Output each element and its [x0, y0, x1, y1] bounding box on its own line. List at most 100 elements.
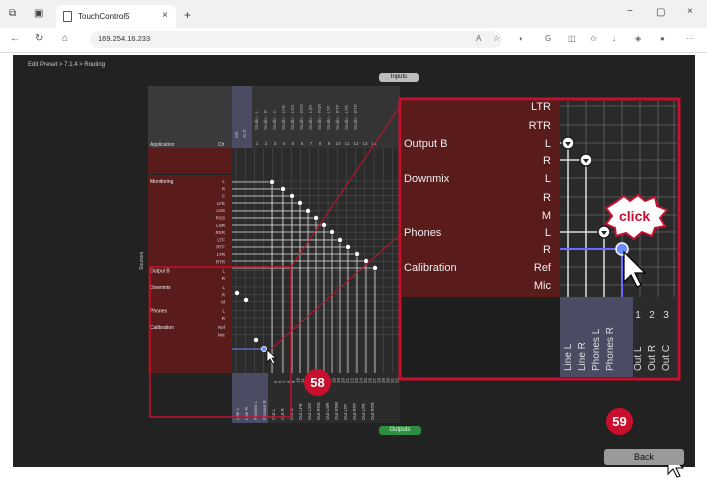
channel-label: LFE — [217, 201, 225, 206]
zoom-output-label: Out C — [661, 345, 672, 371]
channel-label: M — [221, 300, 225, 305]
zoom-channel-label: Ref — [534, 262, 552, 274]
routing-matrix-view: Application Ch Studio - L Studio - R Studi… — [139, 86, 685, 478]
routing-node — [336, 236, 343, 243]
mic-input-label: XLR — [242, 128, 247, 138]
zoom-channel-label: L — [545, 227, 551, 239]
output-label: Out LSS — [307, 403, 312, 420]
zoom-output-label: Line L — [563, 343, 574, 371]
group-label: Calibration — [150, 325, 174, 331]
output-label: Out RTF — [352, 403, 357, 420]
zoom-group-label: Phones — [404, 227, 442, 239]
channel-label: LSR — [216, 223, 226, 228]
zoom-output-label: Out L — [633, 346, 644, 371]
group-label: Phones — [150, 309, 167, 315]
zoom-number-label: 3 — [663, 310, 669, 321]
input-label: Studio - LTR — [344, 104, 349, 130]
input-label: Studio - C — [272, 109, 277, 130]
channel-label: RSR — [215, 230, 225, 235]
channel-label: LTR — [217, 252, 226, 257]
routing-node — [268, 178, 275, 185]
group-label: Monitoring — [150, 179, 174, 185]
channel-label: LSS — [216, 208, 225, 213]
application-header: Application — [150, 142, 175, 148]
routing-node — [296, 199, 303, 206]
zoom-group-label: Calibration — [404, 262, 457, 274]
channel-label: Ref — [218, 325, 226, 330]
zoom-number-labels: 123 — [635, 310, 669, 321]
output-label: Out RSS — [316, 402, 321, 420]
routing-node — [312, 214, 319, 221]
zoom-number-label: 1 — [635, 310, 641, 321]
input-label: Studio - RSS — [299, 104, 304, 130]
back-button[interactable]: Back — [604, 449, 684, 465]
zoom-channel-label: LTR — [531, 101, 551, 113]
input-label: Studio - RSR — [317, 103, 322, 130]
output-label: Line L — [235, 407, 240, 420]
input-label: Studio - LTF — [326, 105, 331, 130]
zoom-channel-label: L — [545, 138, 551, 150]
output-label: Out LSR — [325, 402, 330, 420]
selected-routing-node — [260, 345, 267, 352]
routing-node — [371, 264, 378, 271]
channel-label: Mic — [218, 332, 226, 337]
input-label: Studio - R — [263, 109, 268, 130]
zoom-channel-label: R — [543, 244, 551, 256]
step-badge-59: 59 — [606, 408, 633, 435]
sources-label: Sources — [139, 251, 145, 270]
zoom-group-label: Output B — [404, 138, 447, 150]
zoom-output-label: Phones L — [591, 328, 602, 371]
zoom-output-label: Out R — [647, 345, 658, 371]
routing-node — [242, 296, 249, 303]
routing-node — [328, 228, 335, 235]
step-badge-58: 58 — [304, 369, 331, 396]
input-number: 10 — [335, 141, 341, 146]
channel-label: RTF — [216, 245, 225, 250]
output-label: Line R — [244, 406, 249, 420]
channel-label: LTF — [217, 237, 225, 242]
routing-node — [233, 289, 240, 296]
matrix-header-left — [148, 86, 232, 148]
channel-header: Ch — [218, 142, 225, 148]
input-label: Studio - RTF — [335, 104, 340, 130]
input-number: 12 — [353, 141, 359, 146]
zoom-selected-node — [615, 242, 629, 256]
channel-label: RSS — [216, 216, 225, 221]
input-label: Studio - RTR — [353, 103, 358, 130]
output-label: Out LFE — [298, 403, 303, 420]
channel-label: RTR — [216, 259, 226, 264]
zoom-channel-label: L — [545, 173, 551, 185]
zoom-channel-label: R — [543, 192, 551, 204]
zoom-number-label: 2 — [649, 310, 655, 321]
zoom-channel-label: M — [542, 210, 551, 222]
routing-node — [288, 192, 295, 199]
input-label: Studio - LFE — [281, 105, 286, 130]
output-label: Out RSR — [334, 401, 339, 420]
input-number: 13 — [362, 141, 368, 146]
group-label: Output B — [150, 269, 170, 275]
input-number: 11 — [345, 141, 350, 146]
routing-node — [353, 250, 360, 257]
output-label: Out L — [271, 408, 276, 420]
routing-node — [279, 185, 286, 192]
output-label: Out LTF — [343, 404, 348, 420]
input-label: Studio - LSR — [308, 104, 313, 130]
input-label: Studio - LSS — [290, 105, 295, 130]
zoom-channel-label: Mic — [534, 280, 552, 292]
click-label: click — [619, 208, 650, 224]
output-label: Out R — [280, 407, 285, 420]
mic-input-label: Mic — [234, 130, 239, 138]
routing-node — [344, 243, 351, 250]
zoom-channel-label: R — [543, 155, 551, 167]
zoom-output-label: Phones R — [605, 327, 616, 371]
input-label: Studio - L — [254, 110, 259, 130]
zoom-output-label: Line R — [577, 342, 588, 371]
routing-node — [304, 207, 311, 214]
output-label: Out RTR — [370, 402, 375, 420]
group-label: Downmix — [150, 285, 171, 291]
routing-node — [252, 336, 259, 343]
output-label: Out LTR — [361, 403, 366, 420]
zoom-group-label: Downmix — [404, 173, 450, 185]
group-row-spacer — [148, 148, 232, 174]
zoom-channel-label: RTR — [529, 120, 551, 132]
